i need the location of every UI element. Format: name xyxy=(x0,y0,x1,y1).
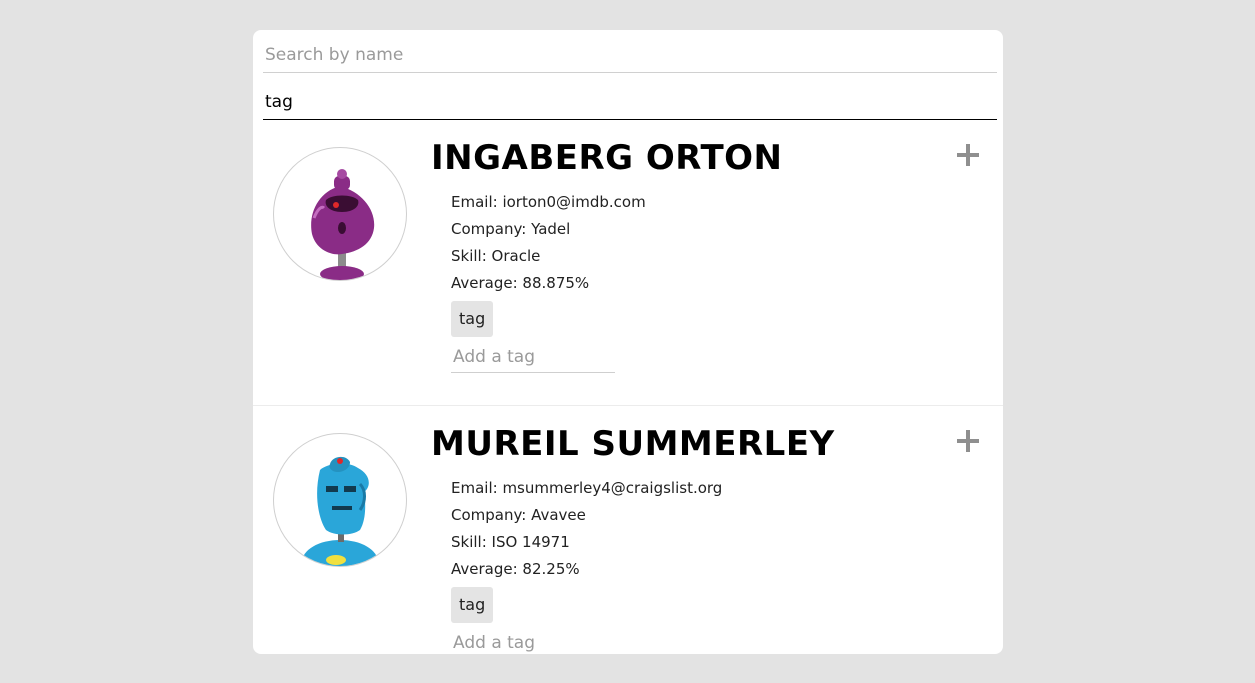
student-skill: Skill: Oracle xyxy=(451,247,541,265)
plus-icon xyxy=(957,430,979,452)
student-card: MUREIL SUMMERLEY Email: msummerley4@crai… xyxy=(253,406,1003,654)
student-average: Average: 82.25% xyxy=(451,560,580,578)
student-company: Company: Yadel xyxy=(451,220,571,238)
tag-chip: tag xyxy=(451,587,494,623)
avatar xyxy=(273,433,407,567)
student-list: INGABERG ORTON Email: iorton0@imdb.com C… xyxy=(253,120,1003,654)
student-email: Email: msummerley4@craigslist.org xyxy=(451,479,723,497)
name-search-input[interactable] xyxy=(263,38,997,72)
student-list-card: INGABERG ORTON Email: iorton0@imdb.com C… xyxy=(253,30,1003,654)
tag-chip: tag xyxy=(451,301,494,337)
purple-robot-icon xyxy=(311,169,375,280)
avatar xyxy=(273,147,407,281)
student-card: INGABERG ORTON Email: iorton0@imdb.com C… xyxy=(253,120,1003,406)
student-average: Average: 88.875% xyxy=(451,274,590,292)
plus-icon xyxy=(957,144,979,166)
tag-list: tag xyxy=(451,301,494,337)
add-tag-input[interactable] xyxy=(451,628,615,654)
add-tag-input[interactable] xyxy=(451,342,615,373)
student-skill: Skill: ISO 14971 xyxy=(451,533,570,551)
tag-search-input[interactable] xyxy=(263,85,997,119)
student-email: Email: iorton0@imdb.com xyxy=(451,193,646,211)
student-details: Email: iorton0@imdb.com Company: Yadel S… xyxy=(451,191,646,299)
tag-list: tag xyxy=(451,587,494,623)
student-name: MUREIL SUMMERLEY xyxy=(431,424,835,464)
student-company: Company: Avavee xyxy=(451,506,586,524)
student-name: INGABERG ORTON xyxy=(431,138,783,178)
expand-button[interactable] xyxy=(953,426,983,456)
student-details: Email: msummerley4@craigslist.org Compan… xyxy=(451,477,722,585)
tag-search-wrapper xyxy=(263,85,997,120)
name-search-wrapper xyxy=(263,38,997,73)
expand-button[interactable] xyxy=(953,140,983,170)
blue-robot-icon xyxy=(302,456,378,566)
